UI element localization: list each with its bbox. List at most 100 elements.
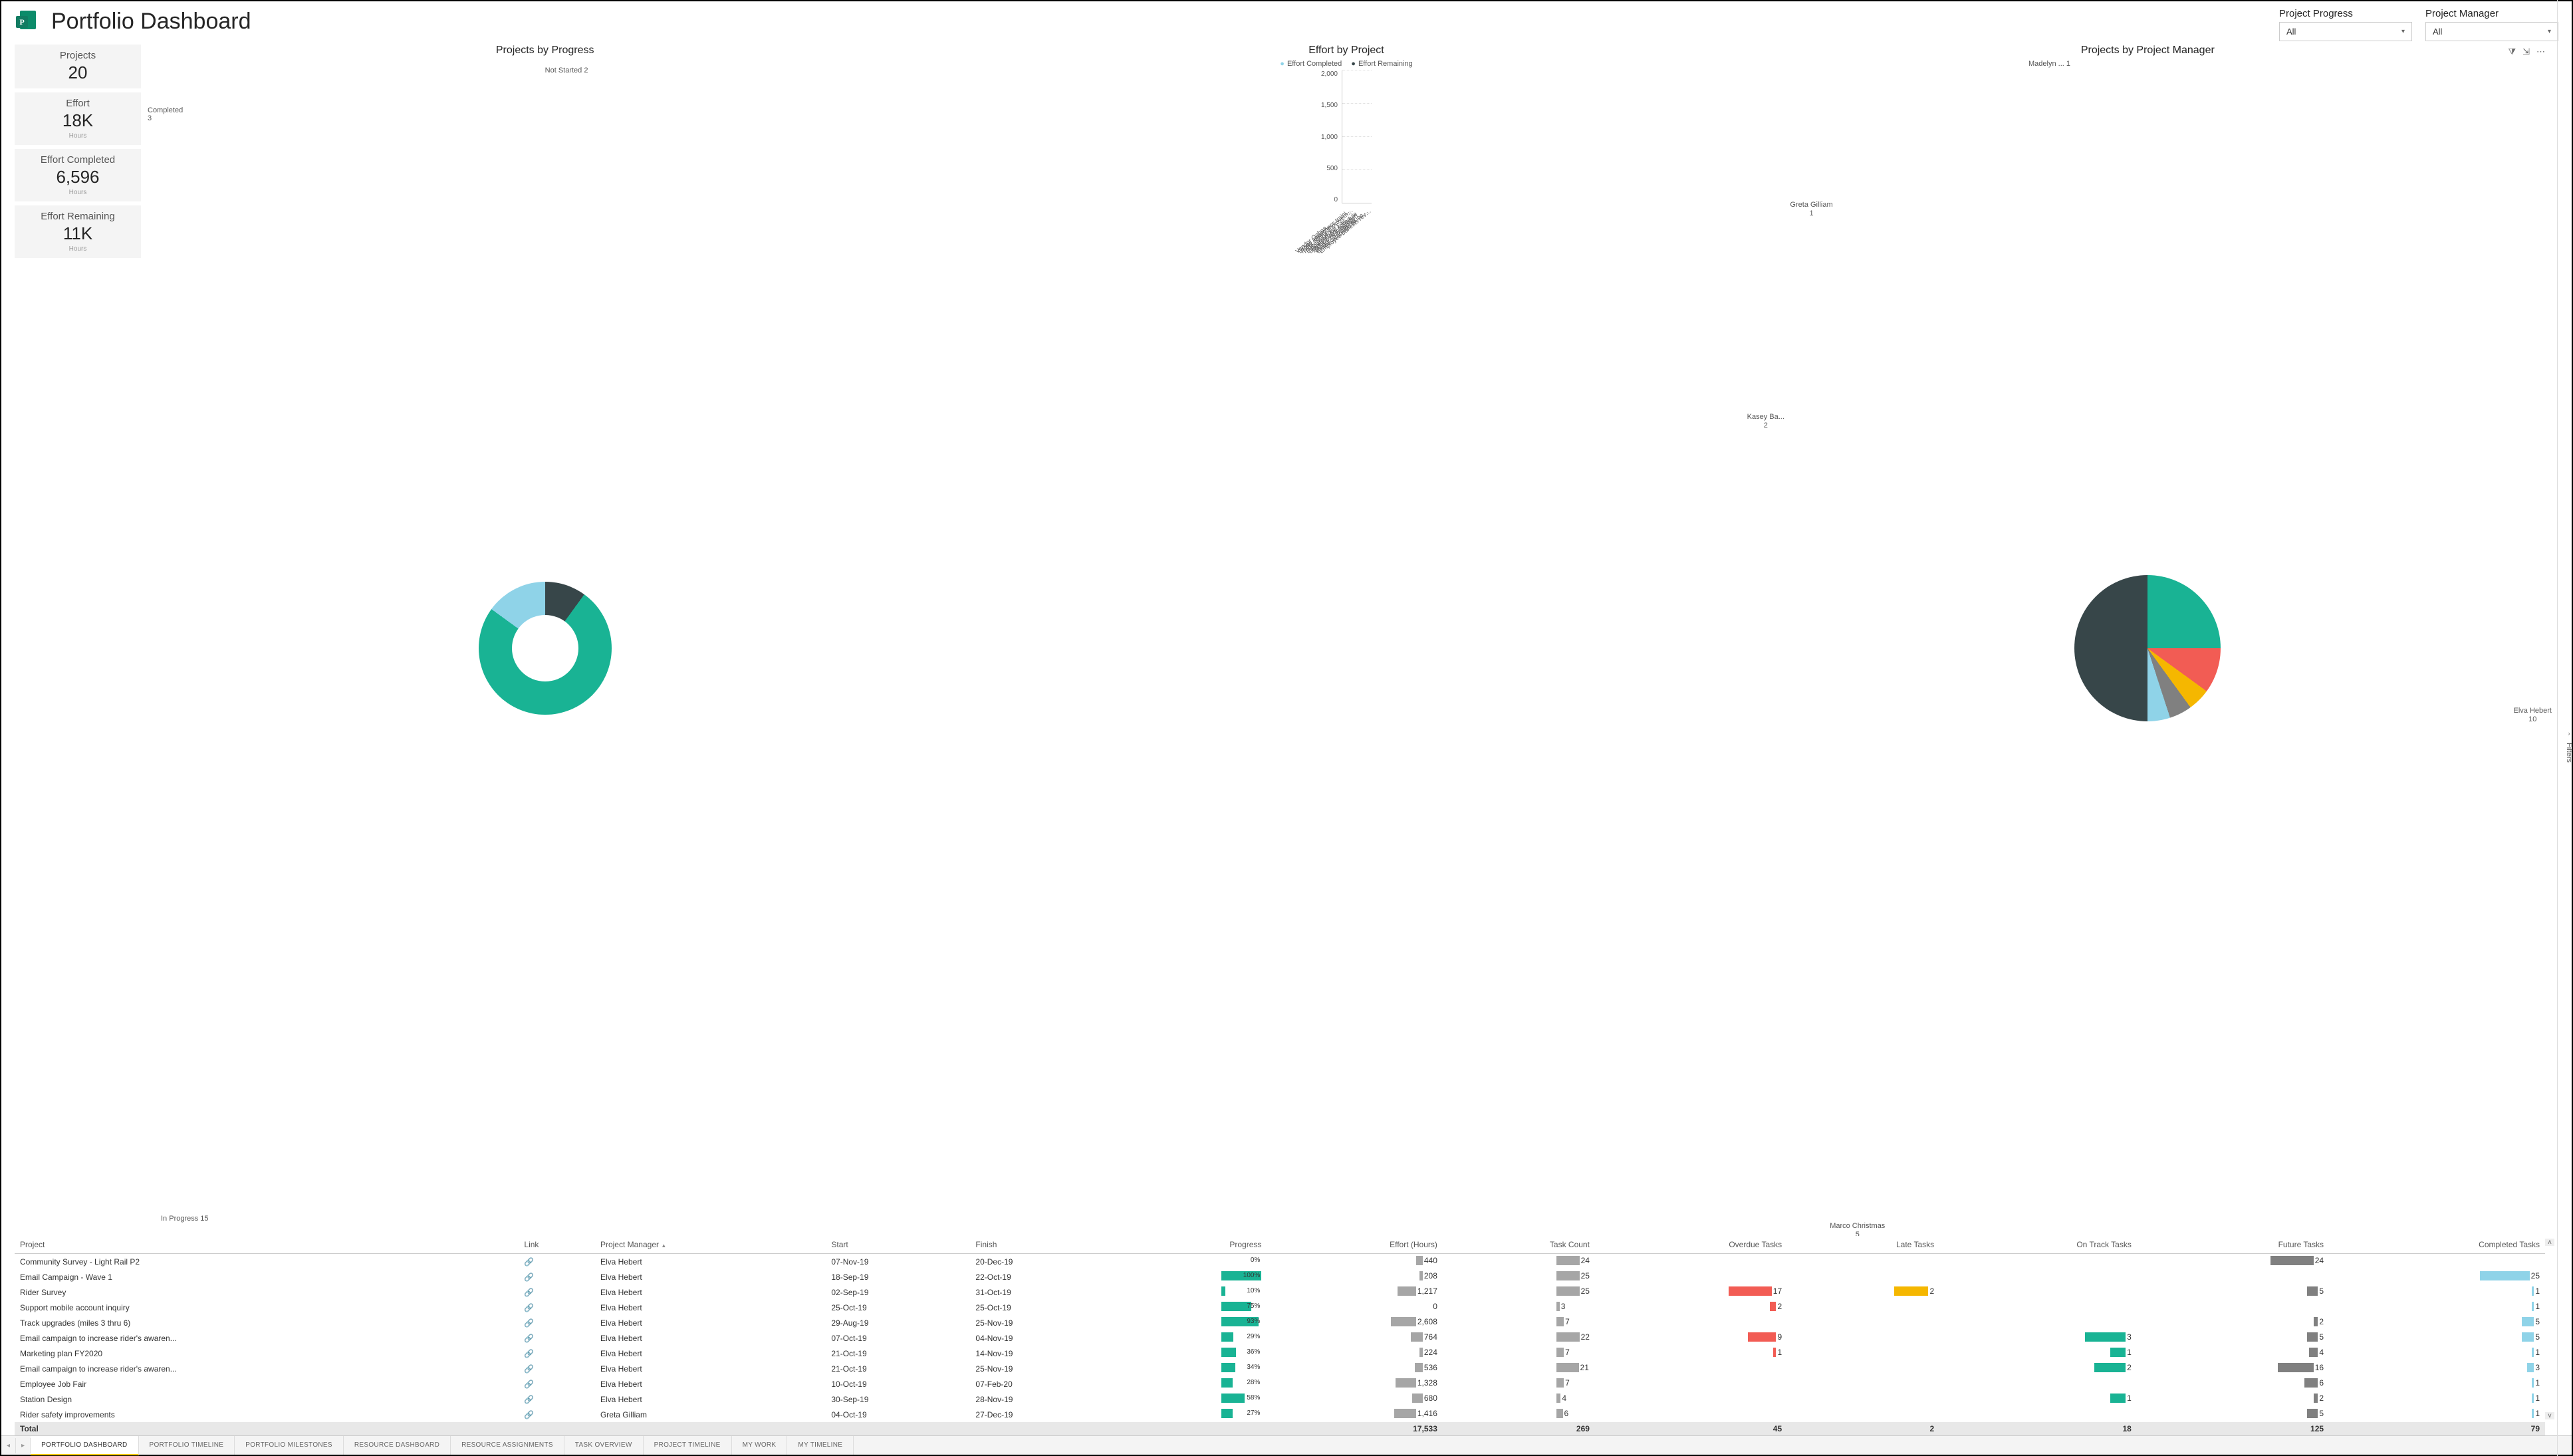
filter-select-progress[interactable]: All ▾ xyxy=(2279,22,2412,41)
cell-future xyxy=(2137,1269,2329,1284)
cell-progress: 36% xyxy=(1114,1346,1267,1361)
cell-link[interactable]: 🔗 xyxy=(519,1407,595,1422)
table-row[interactable]: Rider Survey 🔗 Elva Hebert 02-Sep-19 31-… xyxy=(15,1284,2545,1300)
cell-overdue: 2 xyxy=(1595,1300,1787,1315)
column-header[interactable]: Project xyxy=(15,1236,519,1254)
column-header[interactable]: On Track Tasks xyxy=(1939,1236,2137,1254)
filter-icon[interactable]: ⧩ xyxy=(2508,47,2516,57)
column-header[interactable]: Project Manager ▲ xyxy=(595,1236,826,1254)
chart-projects-by-progress[interactable]: Projects by Progress Not Started 2 In Pr… xyxy=(148,45,942,1236)
cell-overdue xyxy=(1595,1392,1787,1407)
kpi-card[interactable]: Effort 18K Hours xyxy=(15,92,141,145)
cell-late xyxy=(1787,1392,1939,1407)
column-header[interactable]: Effort (Hours) xyxy=(1267,1236,1443,1254)
totals-effort: 17,533 xyxy=(1267,1422,1443,1435)
cell-link[interactable]: 🔗 xyxy=(519,1346,595,1361)
table-row[interactable]: Track upgrades (miles 3 thru 6) 🔗 Elva H… xyxy=(15,1315,2545,1330)
column-header[interactable]: Link xyxy=(519,1236,595,1254)
cell-link[interactable]: 🔗 xyxy=(519,1315,595,1330)
sheet-tab[interactable]: MY TIMELINE xyxy=(787,1436,854,1455)
cell-late xyxy=(1787,1315,1939,1330)
cell-link[interactable]: 🔗 xyxy=(519,1392,595,1407)
table-row[interactable]: Email campaign to increase rider's aware… xyxy=(15,1361,2545,1376)
cell-pm: Elva Hebert xyxy=(595,1376,826,1392)
filter-value: All xyxy=(2433,27,2442,37)
column-header[interactable]: Start xyxy=(826,1236,970,1254)
table-row[interactable]: Email Campaign - Wave 1 🔗 Elva Hebert 18… xyxy=(15,1269,2545,1284)
link-icon: 🔗 xyxy=(524,1303,534,1312)
cell-effort: 2,608 xyxy=(1267,1315,1443,1330)
column-header[interactable]: Overdue Tasks xyxy=(1595,1236,1787,1254)
cell-pm: Elva Hebert xyxy=(595,1346,826,1361)
metric-bar xyxy=(2532,1378,2534,1388)
sheet-tab[interactable]: PORTFOLIO MILESTONES xyxy=(235,1436,344,1455)
kpi-label: Projects xyxy=(21,50,134,61)
cell-completed: 3 xyxy=(2329,1361,2545,1376)
kpi-label: Effort xyxy=(21,98,134,109)
cell-finish: 22-Oct-19 xyxy=(970,1269,1114,1284)
more-icon[interactable]: ⋯ xyxy=(2536,47,2545,57)
cell-link[interactable]: 🔗 xyxy=(519,1254,595,1270)
column-header[interactable]: Finish xyxy=(970,1236,1114,1254)
cell-future xyxy=(2137,1300,2329,1315)
export-icon[interactable]: ⇲ xyxy=(2522,47,2530,57)
cell-project: Community Survey - Light Rail P2 xyxy=(15,1254,519,1270)
cell-link[interactable]: 🔗 xyxy=(519,1376,595,1392)
sheet-tab[interactable]: PROJECT TIMELINE xyxy=(644,1436,732,1455)
kpi-unit: Hours xyxy=(21,189,134,196)
cell-project: Email Campaign - Wave 1 xyxy=(15,1269,519,1284)
sheet-tab[interactable]: RESOURCE DASHBOARD xyxy=(344,1436,451,1455)
cell-ontrack xyxy=(1939,1284,2137,1300)
chart-projects-by-manager[interactable]: Projects by Project Manager Elva Hebert1… xyxy=(1751,45,2545,1236)
cell-link[interactable]: 🔗 xyxy=(519,1300,595,1315)
donut-chart xyxy=(479,582,612,715)
kpi-card[interactable]: Projects 20 xyxy=(15,45,141,88)
pie-label-madelyn: Madelyn ... 1 xyxy=(2028,60,2070,68)
column-header[interactable]: Late Tasks xyxy=(1787,1236,1939,1254)
cell-finish: 27-Dec-19 xyxy=(970,1407,1114,1422)
scroll-down[interactable]: v xyxy=(2545,1412,2554,1419)
table-row[interactable]: Employee Job Fair 🔗 Elva Hebert 10-Oct-1… xyxy=(15,1376,2545,1392)
scroll-up[interactable]: ʌ xyxy=(2545,1239,2554,1246)
cell-link[interactable]: 🔗 xyxy=(519,1269,595,1284)
table-row[interactable]: Rider safety improvements 🔗 Greta Gillia… xyxy=(15,1407,2545,1422)
cell-pm: Elva Hebert xyxy=(595,1392,826,1407)
column-header[interactable]: Completed Tasks xyxy=(2329,1236,2545,1254)
table-row[interactable]: Support mobile account inquiry 🔗 Elva He… xyxy=(15,1300,2545,1315)
cell-start: 25-Oct-19 xyxy=(826,1300,970,1315)
sheet-tab[interactable]: PORTFOLIO TIMELINE xyxy=(139,1436,235,1455)
column-header[interactable]: Progress xyxy=(1114,1236,1267,1254)
sheet-tab[interactable]: PORTFOLIO DASHBOARD xyxy=(31,1436,138,1455)
chart-effort-by-project[interactable]: Effort by Project Effort Completed Effor… xyxy=(949,45,1743,1236)
cell-completed: 5 xyxy=(2329,1315,2545,1330)
table-row[interactable]: Station Design 🔗 Elva Hebert 30-Sep-19 2… xyxy=(15,1392,2545,1407)
sheet-tab[interactable]: TASK OVERVIEW xyxy=(564,1436,644,1455)
cell-ontrack xyxy=(1939,1254,2137,1270)
cell-start: 02-Sep-19 xyxy=(826,1284,970,1300)
cell-finish: 28-Nov-19 xyxy=(970,1392,1114,1407)
column-header[interactable]: Future Tasks xyxy=(2137,1236,2329,1254)
column-header[interactable]: Task Count xyxy=(1443,1236,1595,1254)
table-row[interactable]: Marketing plan FY2020 🔗 Elva Hebert 21-O… xyxy=(15,1346,2545,1361)
cell-link[interactable]: 🔗 xyxy=(519,1361,595,1376)
cell-link[interactable]: 🔗 xyxy=(519,1330,595,1346)
cell-effort: 224 xyxy=(1267,1346,1443,1361)
table-row[interactable]: Email campaign to increase rider's aware… xyxy=(15,1330,2545,1346)
sheet-tab[interactable]: RESOURCE ASSIGNMENTS xyxy=(451,1436,564,1455)
cell-pm: Elva Hebert xyxy=(595,1315,826,1330)
metric-bar xyxy=(2522,1332,2534,1342)
sort-asc-icon: ▲ xyxy=(661,1243,666,1249)
sheet-tab[interactable]: MY WORK xyxy=(732,1436,788,1455)
tab-next[interactable]: ▸ xyxy=(16,1438,31,1453)
tab-prev[interactable]: ◂ xyxy=(1,1438,16,1453)
cell-effort: 1,328 xyxy=(1267,1376,1443,1392)
cell-pm: Elva Hebert xyxy=(595,1330,826,1346)
cell-pm: Elva Hebert xyxy=(595,1300,826,1315)
filter-select-manager[interactable]: All ▾ xyxy=(2425,22,2558,41)
kpi-card[interactable]: Effort Remaining 11K Hours xyxy=(15,205,141,258)
cell-ontrack: 1 xyxy=(1939,1392,2137,1407)
cell-link[interactable]: 🔗 xyxy=(519,1284,595,1300)
table-row[interactable]: Community Survey - Light Rail P2 🔗 Elva … xyxy=(15,1254,2545,1270)
kpi-card[interactable]: Effort Completed 6,596 Hours xyxy=(15,149,141,201)
metric-value: 1 xyxy=(2127,1394,2132,1403)
